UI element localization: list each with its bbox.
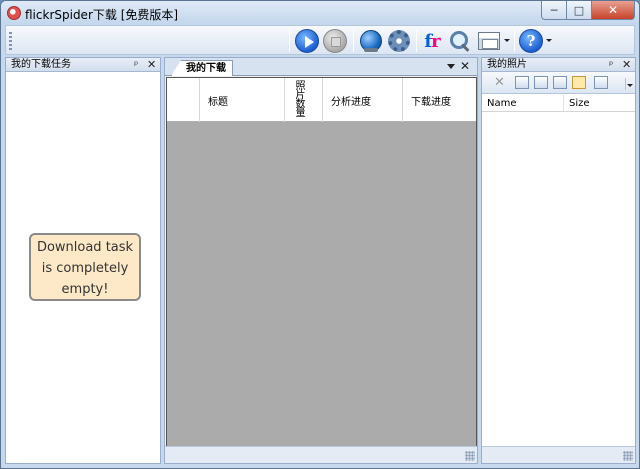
close-icon: ✕ xyxy=(607,3,619,17)
stop-icon xyxy=(323,29,347,53)
window-icon xyxy=(478,32,500,50)
empty-note-line: empty! xyxy=(61,282,109,297)
close-icon[interactable]: ✕ xyxy=(622,58,631,72)
pin-icon[interactable]: ᵖ xyxy=(134,59,138,73)
my-downloads-panel: 我的下载 ✕ 标题 照片数量 分析进度 下载进度 xyxy=(164,57,478,464)
column-header-analysis-progress[interactable]: 分析进度 xyxy=(323,78,403,122)
panel-title: 我的下载任务 xyxy=(11,59,71,70)
resize-grip-icon[interactable] xyxy=(465,451,475,461)
pin-icon[interactable]: ᵖ xyxy=(609,59,613,73)
flickr-icon: fr xyxy=(424,30,440,52)
toolbar-separator xyxy=(353,30,354,52)
close-button[interactable]: ✕ xyxy=(592,1,635,20)
maximize-button[interactable]: □ xyxy=(567,1,592,20)
help-icon: ? xyxy=(519,29,543,53)
column-header-download-progress[interactable]: 下载进度 xyxy=(403,78,478,122)
empty-note-line: Download task xyxy=(36,240,134,255)
view-list-icon[interactable] xyxy=(553,76,567,89)
help-button[interactable]: ? xyxy=(518,28,544,54)
column-header-name[interactable]: Name xyxy=(482,95,564,112)
panel-status-strip xyxy=(482,446,635,463)
empty-tasks-note: Download task is completely empty! xyxy=(29,233,141,301)
my-photos-panel: 我的照片 ᵖ ✕ ✕ Name Size xyxy=(481,57,636,464)
empty-note-line: is completely xyxy=(41,261,129,276)
caption-buttons: ─ □ ✕ xyxy=(541,1,635,20)
close-icon[interactable]: ✕ xyxy=(460,59,470,73)
column-header-photo-count[interactable]: 照片数量 xyxy=(285,78,323,122)
main-toolbar: fr ? xyxy=(5,25,635,55)
minimize-icon: ─ xyxy=(550,3,558,17)
search-icon xyxy=(449,30,471,52)
chevron-down-icon[interactable] xyxy=(504,39,510,42)
grid-header: 标题 照片数量 分析进度 下载进度 xyxy=(167,78,476,122)
panel-title: 我的照片 xyxy=(487,59,527,70)
toolbar-separator xyxy=(416,30,417,52)
view-thumbnails-icon[interactable] xyxy=(515,76,529,89)
start-button[interactable] xyxy=(294,28,320,54)
view-tiles-icon[interactable] xyxy=(534,76,548,89)
chevron-down-icon[interactable] xyxy=(447,64,455,69)
web-button[interactable] xyxy=(358,28,384,54)
delete-icon[interactable]: ✕ xyxy=(494,75,505,90)
downloads-grid[interactable]: 标题 照片数量 分析进度 下载进度 xyxy=(166,77,477,447)
minimize-button[interactable]: ─ xyxy=(541,1,567,20)
column-header-title[interactable]: 标题 xyxy=(200,78,285,122)
gear-icon xyxy=(388,30,410,52)
document-tab-strip: 我的下载 ✕ xyxy=(165,58,477,76)
photos-list-header: Name Size xyxy=(482,95,635,112)
view-icons-icon[interactable] xyxy=(594,76,608,89)
app-icon[interactable] xyxy=(7,6,21,20)
maximize-icon: □ xyxy=(573,3,585,17)
close-icon[interactable]: ✕ xyxy=(147,58,156,72)
stop-button[interactable] xyxy=(322,28,348,54)
settings-button[interactable] xyxy=(386,28,412,54)
column-header-label: 照片数量 xyxy=(293,80,304,116)
flickr-button[interactable]: fr xyxy=(419,28,445,54)
toolbar-separator xyxy=(289,30,290,52)
chevron-down-icon[interactable] xyxy=(546,39,552,42)
panel-status-strip xyxy=(165,446,477,463)
toolbar-separator xyxy=(514,30,515,52)
toolbar-grip-icon[interactable] xyxy=(9,32,12,50)
window-layout-button[interactable] xyxy=(476,28,502,54)
search-button[interactable] xyxy=(447,28,473,54)
photos-toolbar: ✕ xyxy=(482,72,635,94)
play-icon xyxy=(295,29,319,53)
globe-icon xyxy=(360,30,382,52)
panel-header: 我的下载任务 ᵖ ✕ xyxy=(6,58,160,72)
column-header-size[interactable]: Size xyxy=(564,95,635,112)
resize-grip-icon[interactable] xyxy=(623,451,633,461)
panel-header: 我的照片 ᵖ ✕ xyxy=(482,58,635,72)
view-details-icon[interactable] xyxy=(572,76,586,89)
toolbar-overflow-icon[interactable] xyxy=(625,78,633,90)
tab-my-downloads[interactable]: 我的下载 xyxy=(171,60,233,76)
title-bar[interactable]: flickrSpider下载 [免费版本] ─ □ ✕ xyxy=(1,1,639,25)
download-tasks-panel: 我的下载任务 ᵖ ✕ Download task is completely e… xyxy=(5,57,161,464)
app-window: flickrSpider下载 [免费版本] ─ □ ✕ fr ? 我的下载任务 … xyxy=(0,0,640,469)
window-title: flickrSpider下载 [免费版本] xyxy=(25,8,179,22)
column-header-selector[interactable] xyxy=(167,78,200,122)
